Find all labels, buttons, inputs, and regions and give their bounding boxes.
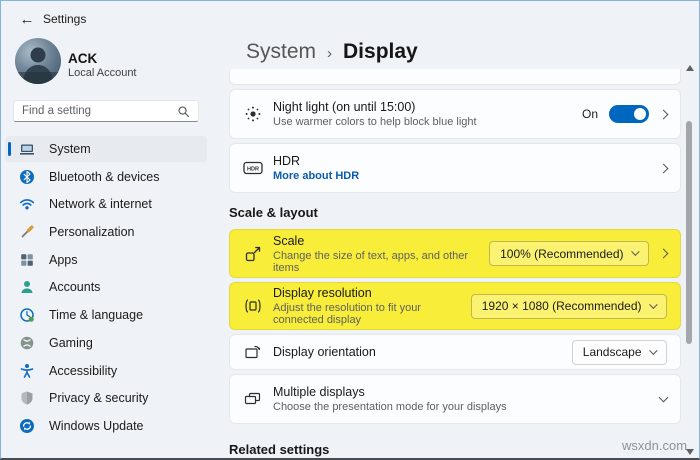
breadcrumb-parent[interactable]: System	[246, 40, 316, 64]
page-title: Display	[343, 40, 418, 64]
chevron-right-icon[interactable]	[659, 249, 669, 259]
user-account-type: Local Account	[68, 67, 137, 79]
display-orientation-value: Landscape	[583, 345, 642, 359]
sidebar-item-accessibility[interactable]: Accessibility	[5, 358, 207, 384]
search-icon	[177, 105, 190, 118]
sidebar-item-accounts[interactable]: Accounts	[5, 274, 207, 300]
svg-text:HDR: HDR	[247, 167, 259, 173]
sidebar-item-label: Gaming	[49, 336, 93, 350]
display-resolution-value: 1920 × 1080 (Recommended)	[482, 299, 642, 313]
watermark: wsxdn.com	[622, 438, 687, 453]
sidebar-item-label: Windows Update	[49, 419, 144, 433]
section-related-settings: Related settings	[229, 442, 329, 457]
scale-title: Scale	[273, 234, 489, 248]
multiple-displays-icon	[239, 390, 267, 408]
display-orientation-dropdown[interactable]: Landscape	[572, 340, 667, 365]
partial-card-top	[229, 69, 681, 85]
user-name: ACK	[68, 51, 97, 66]
section-scale-layout: Scale & layout	[229, 205, 318, 220]
display-resolution-subtitle: Adjust the resolution to fit your connec…	[273, 302, 471, 326]
hdr-row[interactable]: HDR HDR More about HDR	[229, 143, 681, 193]
sidebar-item-label: Privacy & security	[49, 391, 148, 405]
chevron-down-icon[interactable]	[659, 393, 669, 403]
sidebar-item-network-internet[interactable]: Network & internet	[5, 191, 207, 217]
back-button[interactable]: ←	[17, 9, 37, 29]
sidebar-item-label: Bluetooth & devices	[49, 170, 160, 184]
display-resolution-title: Display resolution	[273, 286, 471, 300]
settings-window: ← Settings ACK Local Account Find a sett…	[0, 0, 700, 460]
night-light-title: Night light (on until 15:00)	[273, 100, 582, 114]
accessibility-icon	[19, 363, 35, 379]
sidebar-item-system[interactable]: System	[5, 136, 207, 162]
display-orientation-row[interactable]: Display orientation Landscape	[229, 334, 681, 370]
night-light-icon	[239, 105, 267, 123]
scale-row[interactable]: Scale Change the size of text, apps, and…	[229, 229, 681, 278]
display-resolution-icon	[239, 297, 267, 315]
chevron-down-icon	[649, 347, 657, 355]
multiple-displays-row[interactable]: Multiple displays Choose the presentatio…	[229, 374, 681, 424]
night-light-toggle[interactable]	[609, 105, 649, 123]
breadcrumb: System › Display	[246, 40, 418, 64]
selected-indicator	[8, 142, 11, 156]
app-title: Settings	[43, 12, 86, 26]
windows-update-icon	[19, 418, 35, 434]
multiple-displays-subtitle: Choose the presentation mode for your di…	[273, 401, 660, 413]
chevron-right-icon[interactable]	[659, 163, 669, 173]
network-icon	[19, 196, 35, 212]
sidebar-item-label: Personalization	[49, 225, 134, 239]
sidebar-item-apps[interactable]: Apps	[5, 247, 207, 273]
sidebar-item-label: Time & language	[49, 308, 143, 322]
sidebar-item-privacy-security[interactable]: Privacy & security	[5, 385, 207, 411]
search-input[interactable]: Find a setting	[13, 100, 199, 122]
sidebar-item-label: Accessibility	[49, 364, 117, 378]
system-icon	[19, 141, 35, 157]
sidebar-item-label: Network & internet	[49, 197, 152, 211]
scale-dropdown[interactable]: 100% (Recommended)	[489, 241, 649, 266]
night-light-row[interactable]: Night light (on until 15:00) Use warmer …	[229, 89, 681, 139]
sidebar-item-label: Apps	[49, 253, 78, 267]
sidebar-item-label: Accounts	[49, 280, 100, 294]
sidebar-item-personalization[interactable]: Personalization	[5, 219, 207, 245]
avatar-silhouette	[15, 38, 61, 84]
hdr-more-link[interactable]: More about HDR	[273, 170, 660, 182]
sidebar-item-bluetooth-devices[interactable]: Bluetooth & devices	[5, 164, 207, 190]
display-resolution-row[interactable]: Display resolution Adjust the resolution…	[229, 282, 681, 330]
scrollbar-thumb[interactable]	[686, 121, 692, 344]
scrollbar-up-arrow[interactable]	[686, 65, 694, 71]
search-placeholder: Find a setting	[22, 105, 177, 117]
sidebar-item-time-language[interactable]: Time & language	[5, 302, 207, 328]
sidebar-item-windows-update[interactable]: Windows Update	[5, 413, 207, 439]
gaming-icon	[19, 335, 35, 351]
display-orientation-title: Display orientation	[273, 345, 572, 359]
apps-icon	[19, 252, 35, 268]
scale-subtitle: Change the size of text, apps, and other…	[273, 250, 489, 274]
multiple-displays-title: Multiple displays	[273, 385, 660, 399]
display-resolution-dropdown[interactable]: 1920 × 1080 (Recommended)	[471, 294, 667, 319]
privacy-shield-icon	[19, 390, 35, 406]
chevron-down-icon	[649, 301, 657, 309]
scale-icon	[239, 245, 267, 263]
toggle-state-label: On	[582, 107, 598, 121]
hdr-icon: HDR	[239, 159, 267, 177]
scale-dropdown-value: 100% (Recommended)	[500, 247, 623, 261]
personalization-icon	[19, 224, 35, 240]
scrollbar-down-arrow[interactable]	[686, 449, 694, 455]
avatar[interactable]	[15, 38, 61, 84]
accounts-icon	[19, 279, 35, 295]
bluetooth-icon	[19, 169, 35, 185]
night-light-subtitle: Use warmer colors to help block blue lig…	[273, 116, 582, 128]
sidebar-item-gaming[interactable]: Gaming	[5, 330, 207, 356]
chevron-right-icon[interactable]	[659, 109, 669, 119]
breadcrumb-separator-icon: ›	[327, 45, 332, 62]
chevron-down-icon	[631, 248, 639, 256]
sidebar: System Bluetooth & devices Network & int…	[5, 136, 207, 439]
hdr-title: HDR	[273, 154, 660, 168]
sidebar-item-label: System	[49, 142, 91, 156]
display-orientation-icon	[239, 343, 267, 361]
time-language-icon	[19, 307, 35, 323]
